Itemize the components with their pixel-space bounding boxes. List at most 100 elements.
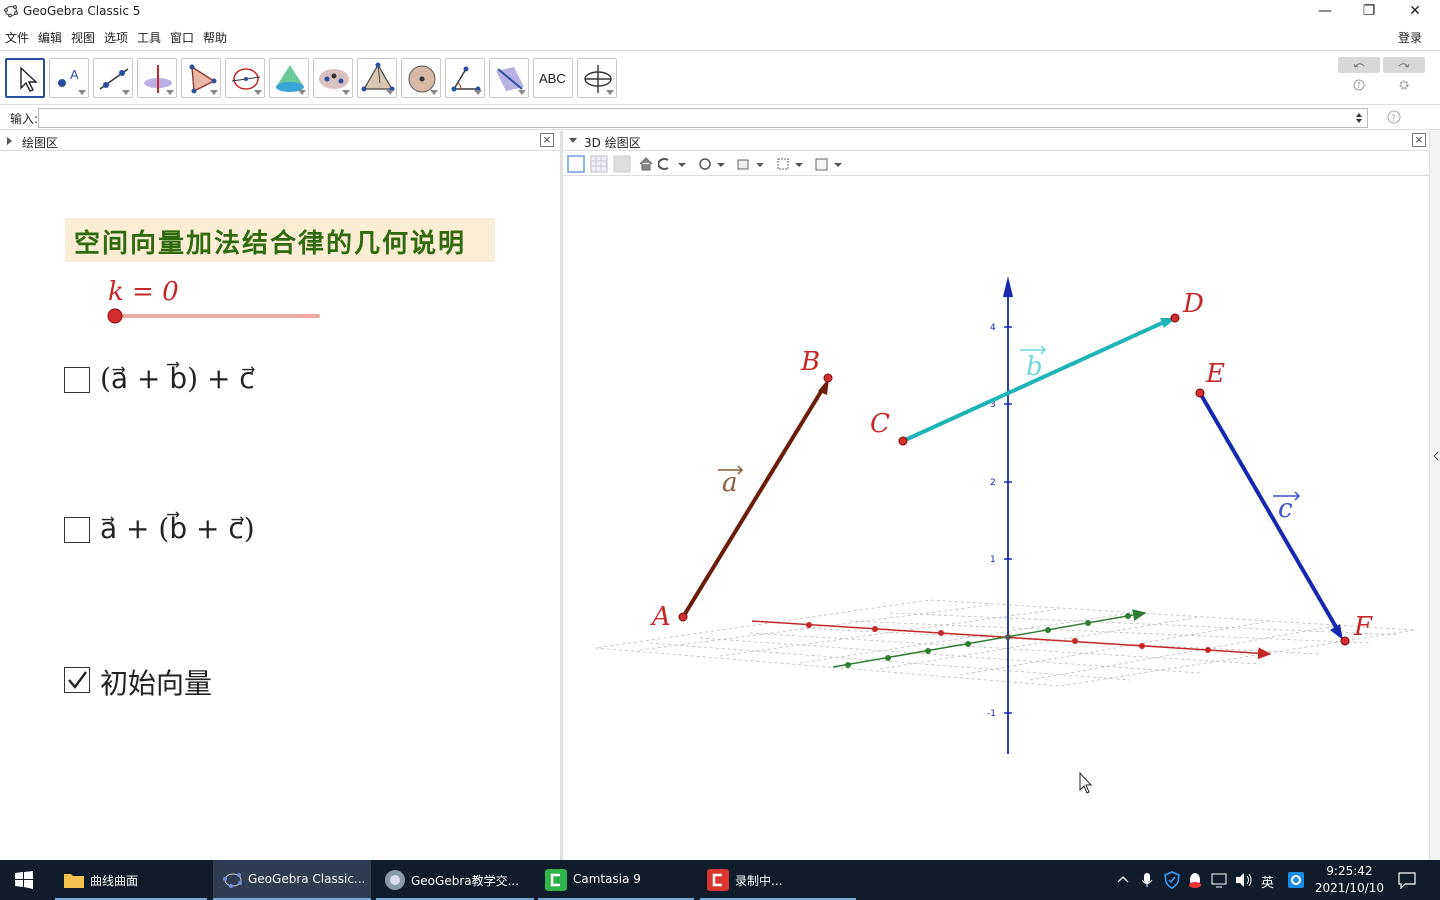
minimize-button[interactable]: —	[1302, 0, 1348, 24]
taskbar-item-camtasia[interactable]: Camtasia 9	[538, 860, 694, 900]
menu-edit[interactable]: 编辑	[38, 29, 62, 46]
microphone-icon[interactable]	[1141, 872, 1153, 888]
z-axis-arrowhead	[1003, 276, 1013, 297]
checkbox-a-plus-bc[interactable]	[64, 517, 90, 543]
point-A	[678, 612, 688, 622]
expand-triangle-icon[interactable]	[6, 136, 14, 146]
undo-icon	[1353, 63, 1365, 68]
k-slider[interactable]	[105, 306, 325, 326]
restore-button[interactable]: ❐	[1346, 0, 1392, 24]
network-icon[interactable]	[1211, 872, 1229, 888]
clock-time: 9:25:42	[1326, 864, 1373, 878]
close-graphics3d-panel-icon[interactable]: ×	[1412, 133, 1426, 147]
heading-text: 空间向量加法结合律的几何说明	[74, 229, 467, 259]
graphics-panel-header: 绘图区 ×	[0, 131, 560, 151]
menu-options[interactable]: 选项	[104, 29, 128, 46]
mouse-cursor-icon	[1079, 771, 1093, 794]
vector-b[interactable]	[902, 321, 1163, 443]
label-D: D	[1182, 289, 1204, 319]
text-tool-label: ABC	[539, 71, 566, 86]
move-tool-button[interactable]	[5, 58, 45, 98]
perpendicular-tool-button[interactable]	[137, 58, 177, 98]
angle-tool-button[interactable]	[445, 58, 485, 98]
polygon-tool-button[interactable]	[181, 58, 221, 98]
menu-file[interactable]: 文件	[5, 29, 29, 46]
circle-tool-button[interactable]	[225, 58, 265, 98]
chevron-up-icon[interactable]	[1117, 874, 1129, 886]
volume-icon[interactable]	[1235, 872, 1253, 888]
menu-help[interactable]: 帮助	[203, 29, 227, 46]
shield-icon[interactable]	[1164, 871, 1180, 889]
gear-icon[interactable]	[1398, 79, 1410, 91]
undo-button[interactable]	[1338, 57, 1380, 73]
windows-start-icon[interactable]	[15, 871, 33, 889]
plane-tool-button[interactable]	[489, 58, 529, 98]
taskbar-item-folder[interactable]: 曲线曲面	[55, 860, 207, 900]
camtasia-icon	[545, 869, 567, 891]
qq-browser-icon[interactable]	[1287, 871, 1305, 889]
taskbar-item-geogebra[interactable]: GeoGebra Classic...	[213, 860, 371, 900]
help-icon[interactable]: ?	[1353, 79, 1365, 91]
checkbox-a-plus-bc-label: a⃗ + (b⃗ + c⃗)	[100, 512, 255, 545]
xy-grid-plane	[594, 599, 1416, 687]
z-tick-label: -1	[987, 709, 996, 719]
graphics3d-canvas[interactable]: 4 3 2 1 -1 A B C D E F a b c	[563, 177, 1429, 860]
rotate-view-tool-button[interactable]	[577, 58, 617, 98]
rotate-view-icon[interactable]	[697, 156, 729, 172]
checkbox-initial-vectors-label: 初始向量	[100, 667, 213, 700]
taskbar-item-browser[interactable]: GeoGebra教学交...	[376, 860, 534, 900]
conic-tool-button[interactable]	[313, 58, 353, 98]
system-clock[interactable]: 9:25:42 2021/10/10	[1315, 863, 1384, 897]
menu-view[interactable]: 视图	[71, 29, 95, 46]
label-A: A	[650, 602, 671, 632]
window-title: GeoGebra Classic 5	[23, 4, 141, 18]
show-grid-icon[interactable]	[590, 155, 608, 173]
clipping-box-icon[interactable]	[736, 156, 768, 172]
text-tool-button[interactable]: ABC	[533, 58, 573, 98]
vector-c[interactable]	[1198, 391, 1338, 629]
origin-point	[1005, 634, 1011, 640]
view-options-icon[interactable]	[814, 156, 846, 172]
view-direction-icon[interactable]	[658, 156, 690, 172]
y-axis	[832, 609, 1147, 668]
cone-tool-button[interactable]	[269, 58, 309, 98]
heading-text-box: 空间向量加法结合律的几何说明	[65, 218, 495, 262]
menu-bar: 文件 编辑 视图 选项 工具 窗口 帮助 登录	[0, 26, 1440, 48]
vector-a[interactable]	[681, 388, 824, 619]
check-mark-icon	[68, 671, 87, 689]
checkbox-initial-vectors[interactable]	[64, 667, 90, 693]
z-tick-label: 1	[990, 555, 996, 565]
qq-penguin-icon[interactable]	[1187, 871, 1203, 889]
graphics3d-style-bar	[563, 152, 1429, 176]
input-language-indicator[interactable]: 英	[1261, 872, 1274, 891]
line-tool-button[interactable]	[93, 58, 133, 98]
menu-window[interactable]: 窗口	[170, 29, 194, 46]
input-history-icon[interactable]	[1355, 112, 1363, 124]
label-B: B	[800, 347, 820, 377]
point-tool-button[interactable]: A	[49, 58, 89, 98]
right-dock-edge[interactable]	[1429, 131, 1440, 860]
close-graphics-panel-icon[interactable]: ×	[540, 133, 554, 147]
point-B	[823, 373, 833, 383]
show-plane-icon[interactable]	[613, 155, 631, 173]
home-view-icon[interactable]	[638, 156, 654, 172]
sphere-tool-button[interactable]	[401, 58, 441, 98]
point-D	[1170, 313, 1180, 323]
dock-arrow-icon[interactable]	[1433, 451, 1439, 461]
label-E: E	[1205, 359, 1225, 389]
projection-icon[interactable]	[775, 156, 807, 172]
close-window-button[interactable]: ✕	[1392, 0, 1438, 24]
checkbox-ab-plus-c[interactable]	[64, 367, 90, 393]
input-help-icon[interactable]: ?	[1387, 110, 1401, 124]
menu-tools[interactable]: 工具	[137, 29, 161, 46]
point-E	[1195, 388, 1205, 398]
taskbar-item-recording[interactable]: 录制中...	[700, 860, 856, 900]
notification-icon[interactable]	[1398, 871, 1416, 889]
command-input[interactable]	[38, 108, 1368, 128]
show-axes-icon[interactable]	[567, 155, 585, 173]
redo-button[interactable]	[1383, 57, 1425, 73]
collapse-triangle-icon[interactable]	[568, 137, 578, 145]
pyramid-tool-button[interactable]	[357, 58, 397, 98]
svg-text:?: ?	[1357, 81, 1361, 90]
login-link[interactable]: 登录	[1398, 29, 1422, 46]
